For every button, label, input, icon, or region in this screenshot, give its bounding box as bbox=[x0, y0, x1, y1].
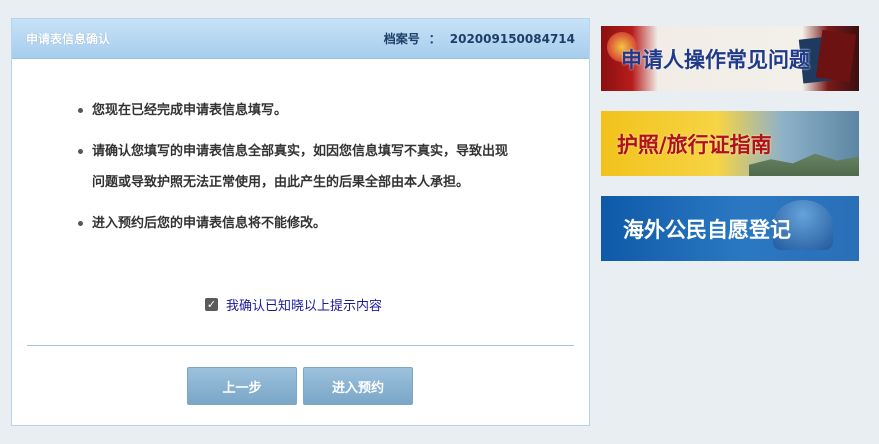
passport-guide-banner[interactable]: 护照/旅行证指南 bbox=[601, 111, 859, 176]
faq-banner-label: 申请人操作常见问题 bbox=[621, 47, 810, 72]
file-number-value: 202009150084714 bbox=[449, 32, 575, 46]
passport-icon bbox=[815, 29, 857, 83]
application-confirm-panel: 申请表信息确认 档案号 ： 202009150084714 您现在已经完成申请表信息… bbox=[11, 18, 590, 426]
notice-item: 您现在已经完成申请表信息填写。 bbox=[76, 95, 516, 126]
faq-banner[interactable]: 申请人操作常见问题 bbox=[601, 26, 859, 91]
previous-step-button[interactable]: 上一步 bbox=[187, 367, 297, 405]
notice-item: 请确认您填写的申请表信息全部真实，如因您信息填写不真实，导致出现问题或导致护照无… bbox=[76, 136, 516, 198]
enter-appointment-button[interactable]: 进入预约 bbox=[303, 367, 413, 405]
file-number-separator: ： bbox=[428, 32, 441, 46]
confirm-label: 我确认已知晓以上提示内容 bbox=[226, 299, 383, 314]
passport-guide-banner-label: 护照/旅行证指南 bbox=[617, 132, 772, 157]
overseas-registration-banner-label: 海外公民自愿登记 bbox=[623, 217, 791, 242]
panel-header: 申请表信息确认 档案号 ： 202009150084714 bbox=[12, 19, 589, 59]
notice-list: 您现在已经完成申请表信息填写。 请确认您填写的申请表信息全部真实，如因您信息填写… bbox=[76, 95, 516, 249]
divider bbox=[27, 345, 574, 346]
notice-item: 进入预约后您的申请表信息将不能修改。 bbox=[76, 208, 516, 239]
confirm-acknowledge[interactable]: ✓ 我确认已知晓以上提示内容 bbox=[205, 295, 382, 314]
file-number-display: 档案号 ： 202009150084714 bbox=[384, 30, 575, 47]
panel-title: 申请表信息确认 bbox=[26, 32, 111, 46]
overseas-registration-banner[interactable]: 海外公民自愿登记 bbox=[601, 196, 859, 261]
confirm-checkbox[interactable]: ✓ bbox=[205, 298, 218, 311]
file-number-label: 档案号 bbox=[383, 32, 420, 46]
